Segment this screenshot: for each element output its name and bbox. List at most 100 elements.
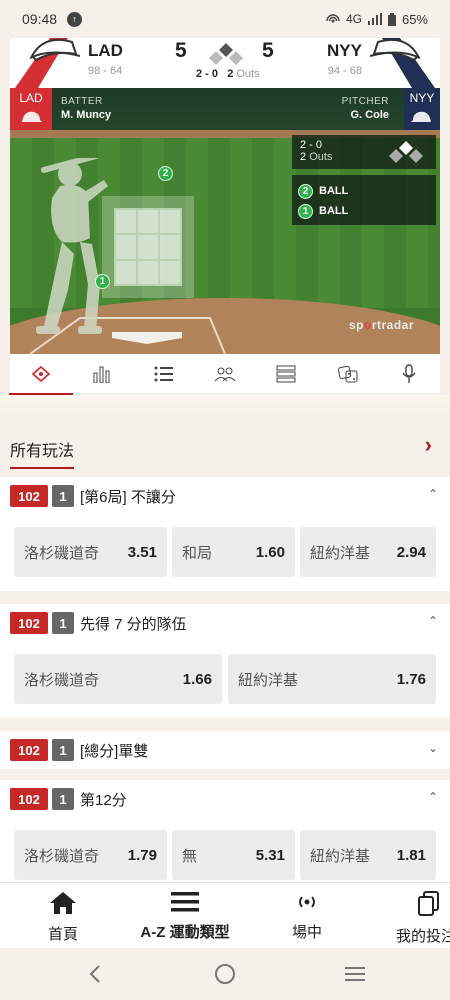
batter-pitcher-bar: LAD BATTER M. Muncy PITCHER G. Cole NYY (10, 88, 440, 130)
period-badge: 1 (52, 612, 74, 634)
outs-number: 2 (300, 151, 307, 163)
pitch-marker[interactable]: 2 (158, 166, 173, 181)
market-header[interactable]: 102 1 [第6局] 不讓分 ⌃ (0, 477, 450, 515)
system-nav-bar (0, 948, 450, 1000)
odds-button[interactable]: 洛杉磯道奇 3.51 (14, 527, 167, 577)
odds-button[interactable]: 洛杉磯道奇 1.79 (14, 830, 167, 880)
tab-h2h[interactable] (328, 359, 368, 389)
odds-button[interactable]: 紐約洋基 1.76 (228, 654, 436, 704)
pitcher-team-tag: NYY (404, 88, 440, 130)
home-team: LAD 98 - 64 (88, 41, 123, 77)
market-header[interactable]: 102 1 先得 7 分的隊伍 ⌃ (0, 604, 450, 642)
odds-button[interactable]: 洛杉磯道奇 1.66 (14, 654, 222, 704)
pitch-number: 1 (298, 203, 313, 219)
pitch-log-row: 1 BALL (298, 201, 430, 221)
tab-list[interactable] (144, 359, 184, 389)
nav-live-label: 場中 (291, 924, 322, 941)
away-team-record: 94 - 68 (327, 65, 362, 77)
field-icon (31, 365, 50, 382)
tab-commentary[interactable] (389, 359, 429, 389)
pitch-result: BALL (319, 185, 349, 197)
chevron-right-icon[interactable]: › (425, 432, 432, 458)
tab-standings[interactable] (266, 359, 306, 389)
count-box: 2 - 0 2 Outs (292, 135, 436, 169)
away-team: NYY 94 - 68 (327, 41, 362, 77)
microphone-icon (402, 363, 416, 383)
section-spacer (0, 395, 450, 415)
cap-icon (22, 111, 42, 122)
market-title: 先得 7 分的隊伍 (80, 615, 187, 633)
batter-team-tag: LAD (10, 88, 52, 130)
pitch-log: 2 BALL 1 BALL (292, 175, 436, 225)
market-title: 第12分 (80, 791, 127, 809)
chevron-up-icon[interactable]: ⌃ (428, 790, 438, 804)
period-badge: 1 (52, 485, 74, 507)
outs-number: 2 (227, 68, 234, 80)
bases-diamond-icon (209, 43, 243, 65)
market-header[interactable]: 102 1 第12分 ⌃ (0, 780, 450, 818)
away-team-abbr: NYY (327, 41, 362, 60)
pitcher-name: G. Cole (350, 109, 389, 121)
table-icon (276, 365, 296, 382)
tab-stats[interactable] (82, 359, 122, 389)
scoreboard: LAD 98 - 64 5 5 2 - 0 2 Outs NYY 94 - 68 (10, 38, 440, 88)
outs-label: Outs (309, 151, 333, 163)
chevron-up-icon[interactable]: ⌃ (428, 487, 438, 501)
market-title: [總分]單雙 (80, 742, 149, 760)
players-icon (214, 367, 236, 381)
nav-home[interactable]: 首頁 (44, 891, 82, 944)
period-badge: 1 (52, 739, 74, 761)
league-badge: 102 (10, 788, 48, 810)
odds-row: 洛杉磯道奇 1.66 紐約洋基 1.76 (0, 642, 450, 718)
home-team-record: 98 - 64 (88, 65, 123, 77)
bases-diamond-icon (389, 141, 423, 163)
balls-strikes: 2 - 0 (196, 68, 219, 80)
nav-my-bets[interactable]: 我的投注 (396, 891, 450, 946)
outs-label: Outs (236, 68, 260, 80)
nav-sports-az[interactable]: A-Z 運動類型 (135, 891, 235, 942)
odds-button[interactable]: 無 5.31 (172, 830, 295, 880)
period-badge: 1 (52, 788, 74, 810)
market-title: [第6局] 不讓分 (80, 488, 176, 506)
bets-icon (418, 891, 439, 916)
list-icon (154, 366, 173, 381)
home-score: 5 (175, 39, 187, 62)
pitch-log-row: 2 BALL (298, 181, 430, 201)
all-bets-header[interactable]: 所有玩法 › (0, 415, 450, 475)
nav-live[interactable]: 場中 (288, 891, 326, 942)
chevron-up-icon[interactable]: ⌃ (428, 614, 438, 628)
signal-icon (367, 13, 382, 25)
battery-icon (387, 12, 396, 26)
nav-sports-az-label: A-Z 運動類型 (140, 924, 230, 941)
nyy-cap-logo (370, 38, 435, 88)
strike-zone (102, 196, 194, 298)
league-badge: 102 (10, 612, 48, 634)
tab-field[interactable] (8, 359, 73, 395)
tab-lineups[interactable] (205, 359, 245, 389)
batter-label: BATTER (61, 96, 103, 107)
bar-chart-icon (93, 366, 110, 383)
hotspot-icon (326, 14, 340, 23)
nav-home-label: 首頁 (47, 926, 78, 943)
cap-icon (411, 111, 431, 122)
live-field: 2 1 LAD BATTER M. Muncy PITCHER G. Cole … (10, 88, 440, 354)
odds-button[interactable]: 紐約洋基 2.94 (300, 527, 436, 577)
odds-button[interactable]: 紐約洋基 1.81 (300, 830, 436, 880)
notification-icon: ↑ (67, 11, 83, 27)
pitch-marker[interactable]: 1 (95, 274, 110, 289)
odds-button[interactable]: 和局 1.60 (172, 527, 295, 577)
market-header[interactable]: 102 1 [總分]單雙 ⌄ (0, 731, 450, 769)
pitch-number: 2 (298, 183, 313, 199)
network-label: 4G (345, 12, 362, 26)
home-circle-icon[interactable] (214, 963, 236, 985)
status-right: 4G 65% (326, 12, 428, 27)
all-bets-title[interactable]: 所有玩法 (10, 437, 75, 469)
chevron-down-icon[interactable]: ⌄ (428, 741, 438, 755)
bottom-nav: 首頁 A-Z 運動類型 場中 我的投注 (0, 882, 450, 948)
recents-icon[interactable] (344, 966, 366, 982)
pitcher-label: PITCHER (341, 96, 389, 107)
dice-icon (337, 365, 358, 382)
batter-name: M. Muncy (61, 109, 112, 121)
back-icon[interactable] (88, 965, 102, 983)
home-team-abbr: LAD (88, 41, 123, 60)
